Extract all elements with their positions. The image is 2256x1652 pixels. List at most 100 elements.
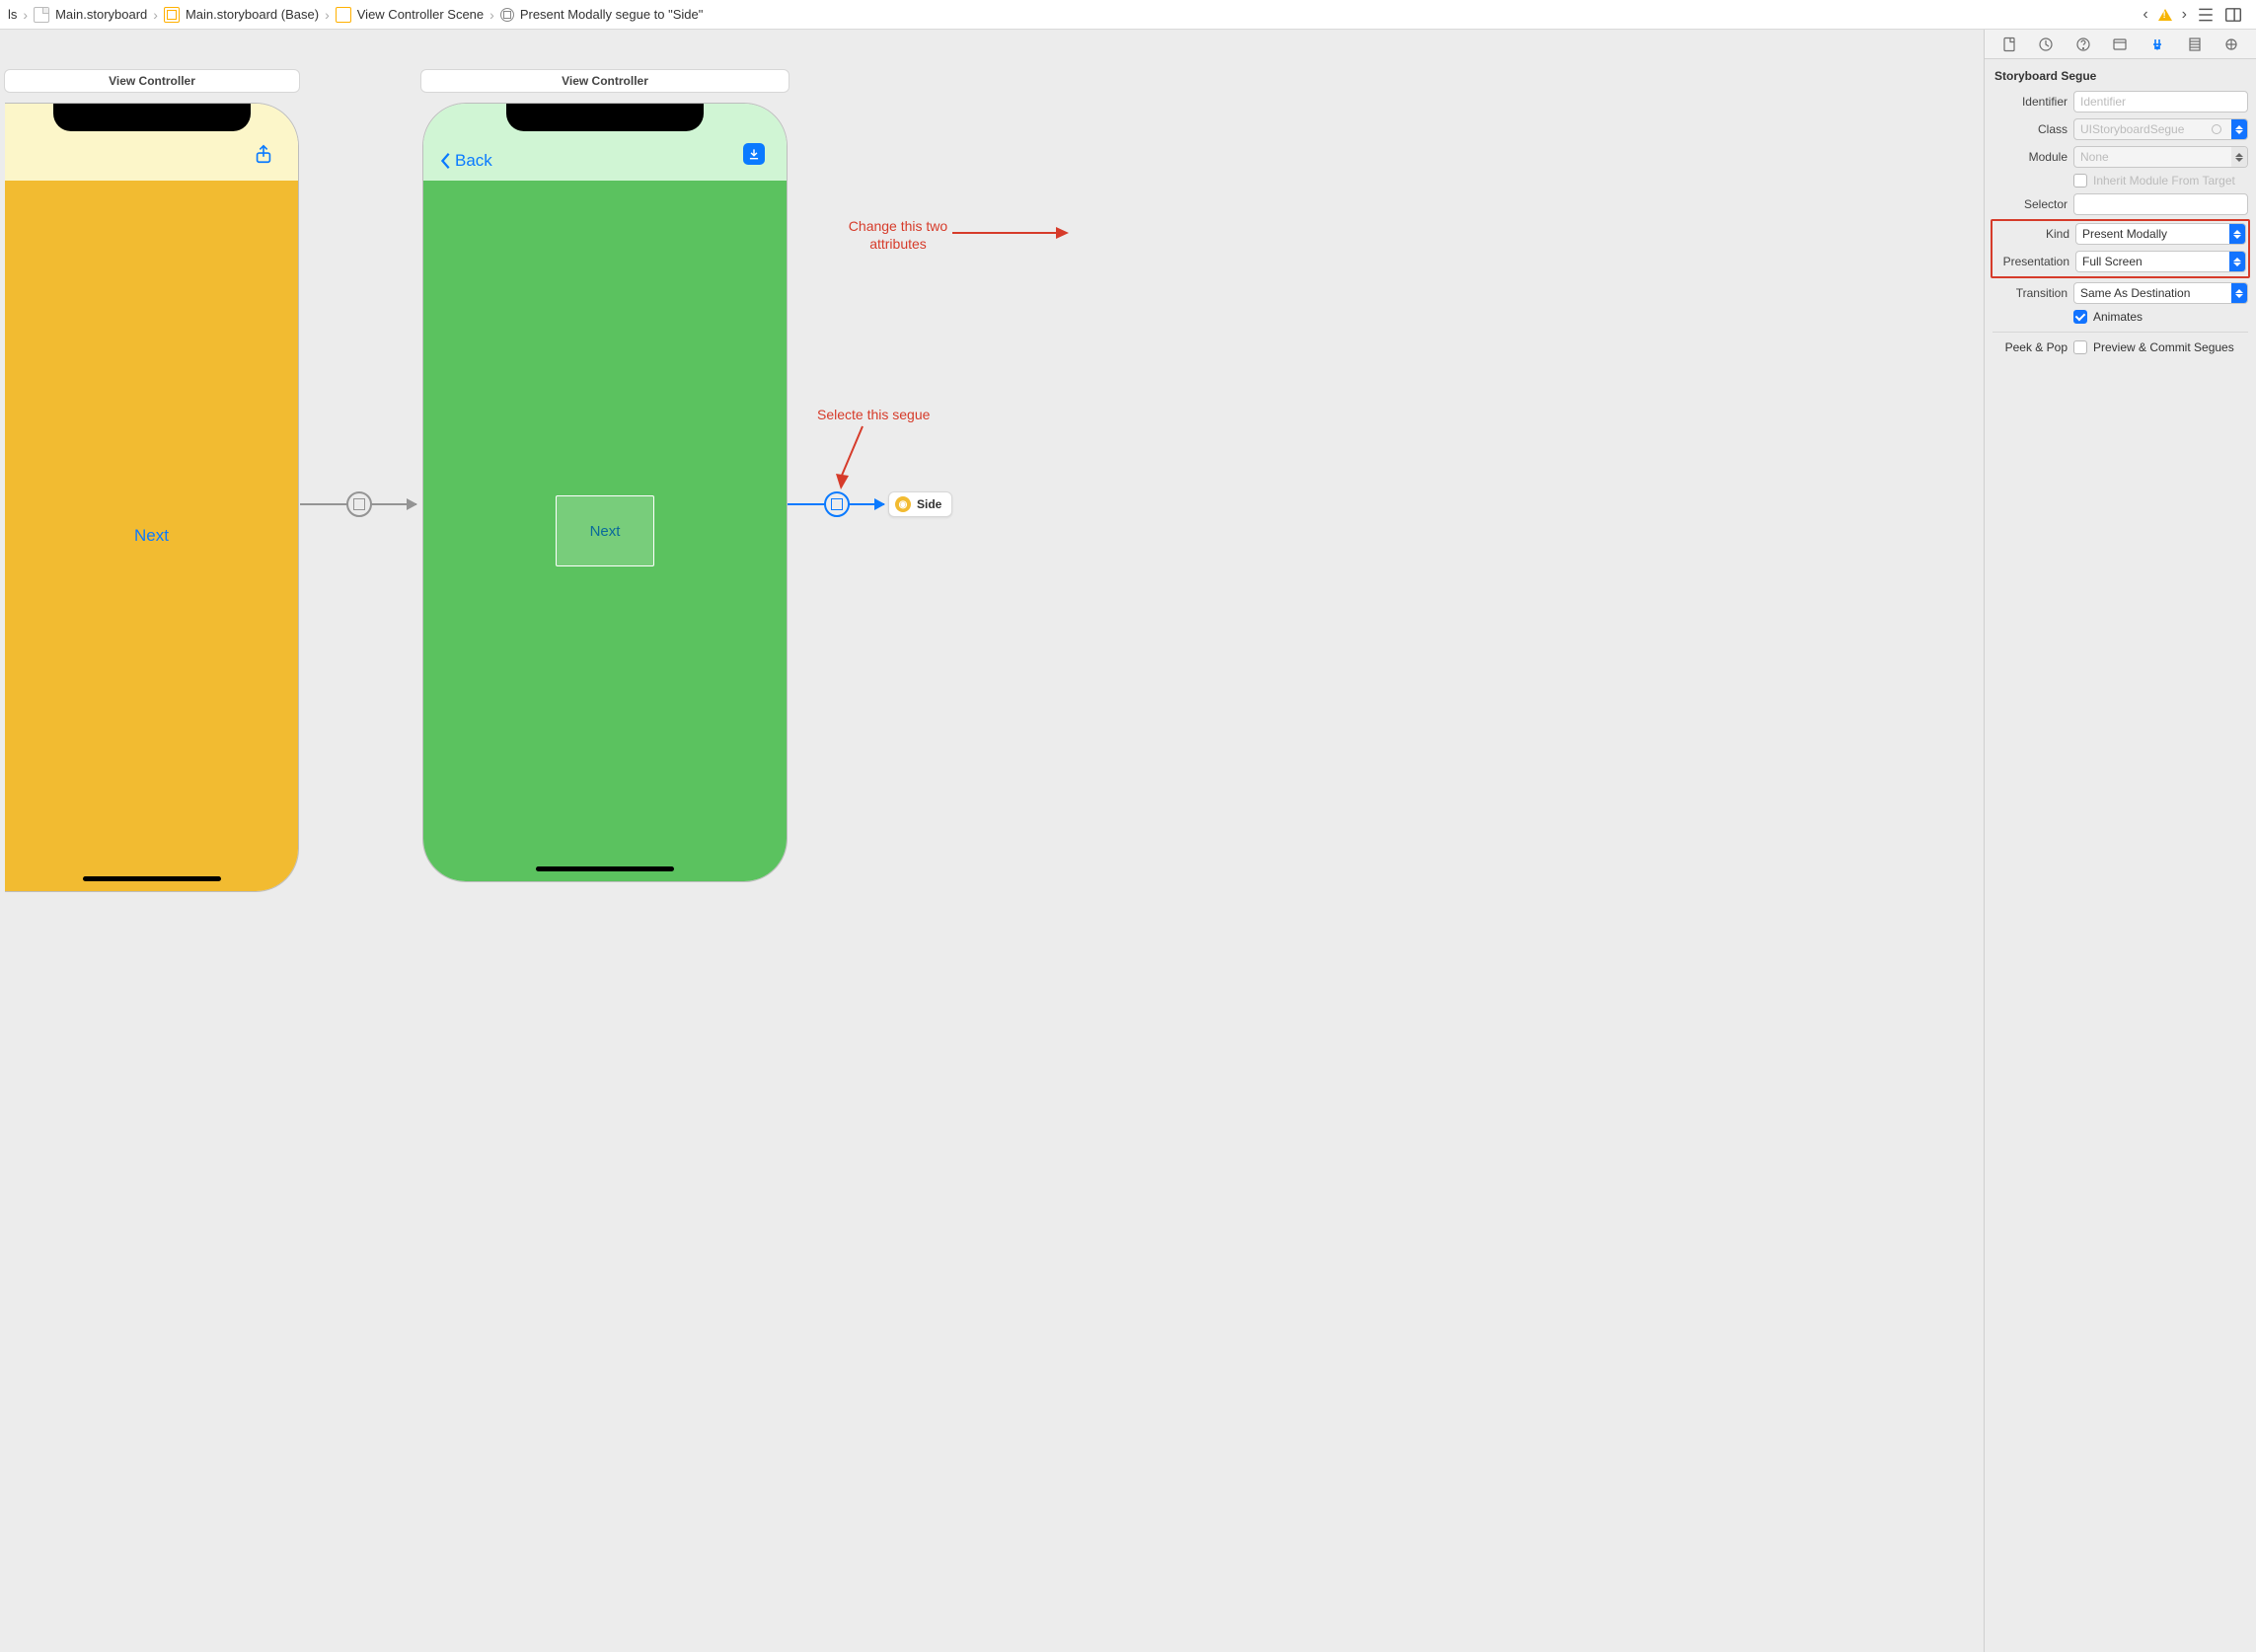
animates-label: Animates	[2093, 310, 2143, 324]
class-select[interactable]: UIStoryboardSegue	[2073, 118, 2248, 140]
dropdown-stepper-icon[interactable]	[2229, 224, 2245, 244]
file-icon	[34, 7, 49, 23]
transition-label: Transition	[1993, 286, 2068, 300]
scene-title[interactable]: View Controller	[420, 69, 790, 93]
inspector-body: Storyboard Segue Identifier Class UIStor…	[1985, 59, 2256, 366]
attributes-inspector-tab[interactable]	[2144, 34, 2170, 55]
chevron-right-icon: ›	[23, 7, 28, 23]
scene-title[interactable]: View Controller	[4, 69, 300, 93]
module-value: None	[2080, 150, 2109, 164]
annotation-line: attributes	[839, 235, 957, 253]
inspector-tabs	[1985, 30, 2256, 59]
file-inspector-tab[interactable]	[1996, 34, 2022, 55]
device-notch	[53, 104, 251, 131]
crumb-storyboard[interactable]: Main.storyboard (Base)	[164, 7, 319, 23]
download-icon[interactable]	[743, 143, 765, 165]
next-button[interactable]: Next	[134, 526, 169, 546]
annotation-arrow-icon	[952, 223, 1071, 243]
chevron-right-icon: ›	[153, 7, 158, 23]
kind-label: Kind	[1994, 227, 2069, 241]
crumb-label: Main.storyboard (Base)	[186, 7, 319, 22]
segue-icon	[500, 8, 514, 22]
breadcrumb: ls › Main.storyboard › Main.storyboard (…	[8, 7, 2143, 23]
crumb-segue[interactable]: Present Modally segue to "Side"	[500, 7, 704, 22]
side-chip-label: Side	[917, 497, 941, 511]
share-icon[interactable]	[253, 143, 274, 168]
identifier-label: Identifier	[1993, 95, 2068, 109]
segue-node-icon[interactable]	[824, 491, 850, 517]
kind-value: Present Modally	[2082, 227, 2167, 241]
device-notch	[506, 104, 704, 131]
crumb-label: Main.storyboard	[55, 7, 147, 22]
nav-forward-button[interactable]: ›	[2182, 6, 2187, 24]
annotation-text: Selecte this segue	[817, 407, 930, 422]
transition-select[interactable]: Same As Destination	[2073, 282, 2248, 304]
phone-frame: Next	[5, 103, 299, 892]
highlighted-attributes-box: Kind Present Modally Presentation Full S…	[1991, 219, 2250, 278]
inherit-module-label: Inherit Module From Target	[2093, 174, 2235, 188]
segue-arrow[interactable]	[300, 503, 416, 505]
identity-inspector-tab[interactable]	[2107, 34, 2133, 55]
chevron-right-icon: ›	[489, 7, 494, 23]
warning-icon[interactable]	[2158, 9, 2172, 21]
view-body: Next	[5, 181, 298, 891]
back-label: Back	[455, 151, 492, 171]
arrow-head-icon	[407, 498, 417, 510]
chevron-right-icon: ›	[325, 7, 330, 23]
annotation-arrow-icon	[833, 422, 872, 491]
section-heading: Storyboard Segue	[1993, 65, 2248, 91]
segue-arrow-selected[interactable]	[788, 503, 884, 505]
help-inspector-tab[interactable]	[2070, 34, 2096, 55]
inherit-module-checkbox[interactable]	[2073, 174, 2087, 188]
outlet-connector-icon[interactable]	[2212, 124, 2221, 134]
presentation-value: Full Screen	[2082, 255, 2143, 268]
crumb-label: ls	[8, 7, 17, 22]
connections-inspector-tab[interactable]	[2218, 34, 2244, 55]
dropdown-stepper-icon[interactable]	[2231, 119, 2247, 139]
size-inspector-tab[interactable]	[2182, 34, 2208, 55]
breadcrumb-bar: ls › Main.storyboard › Main.storyboard (…	[0, 0, 2256, 30]
kind-select[interactable]: Present Modally	[2075, 223, 2246, 245]
divider	[1993, 332, 2248, 333]
dropdown-stepper-icon[interactable]	[2231, 283, 2247, 303]
next-container-button[interactable]: Next	[556, 495, 654, 566]
selector-field[interactable]	[2073, 193, 2248, 215]
side-scene-chip[interactable]: ◉ Side	[888, 491, 952, 517]
view-body: Next	[423, 181, 787, 881]
animates-checkbox[interactable]	[2073, 310, 2087, 324]
view-controller-b[interactable]: View Controller Back Next	[420, 69, 790, 882]
history-inspector-tab[interactable]	[2033, 34, 2059, 55]
storyboard-icon	[164, 7, 180, 23]
nav-back-button[interactable]: ‹	[2143, 6, 2147, 24]
view-controller-a[interactable]: View Controller Next	[4, 69, 300, 892]
module-label: Module	[1993, 150, 2068, 164]
crumb-parent[interactable]: ls	[8, 7, 17, 22]
transition-value: Same As Destination	[2080, 286, 2190, 300]
assistant-toggle-icon[interactable]	[2224, 6, 2242, 24]
inspector-panel: Storyboard Segue Identifier Class UIStor…	[1984, 30, 2256, 1652]
segue-node-icon[interactable]	[346, 491, 372, 517]
selector-label: Selector	[1993, 197, 2068, 211]
crumb-label: Present Modally segue to "Side"	[520, 7, 704, 22]
peek-pop-option-label: Preview & Commit Segues	[2093, 340, 2234, 354]
presentation-label: Presentation	[1994, 255, 2069, 268]
annotation-text: Change this two attributes	[839, 217, 957, 253]
module-select[interactable]: None	[2073, 146, 2248, 168]
peek-pop-label: Peek & Pop	[1993, 340, 2068, 354]
identifier-field[interactable]	[2073, 91, 2248, 113]
view-controller-icon: ◉	[895, 496, 911, 512]
dropdown-stepper-icon[interactable]	[2231, 147, 2247, 167]
storyboard-canvas[interactable]: View Controller Next View Controlle	[0, 30, 1984, 1652]
arrow-head-icon	[874, 498, 885, 510]
crumb-file[interactable]: Main.storyboard	[34, 7, 147, 23]
peek-pop-checkbox[interactable]	[2073, 340, 2087, 354]
home-indicator	[83, 876, 221, 881]
dropdown-stepper-icon[interactable]	[2229, 252, 2245, 271]
crumb-scene[interactable]: View Controller Scene	[336, 7, 484, 23]
presentation-select[interactable]: Full Screen	[2075, 251, 2246, 272]
outline-toggle-icon[interactable]	[2197, 6, 2215, 24]
phone-frame: Back Next	[422, 103, 788, 882]
class-value: UIStoryboardSegue	[2080, 122, 2184, 136]
back-button[interactable]: Back	[439, 151, 492, 171]
annotation-line: Change this two	[839, 217, 957, 235]
